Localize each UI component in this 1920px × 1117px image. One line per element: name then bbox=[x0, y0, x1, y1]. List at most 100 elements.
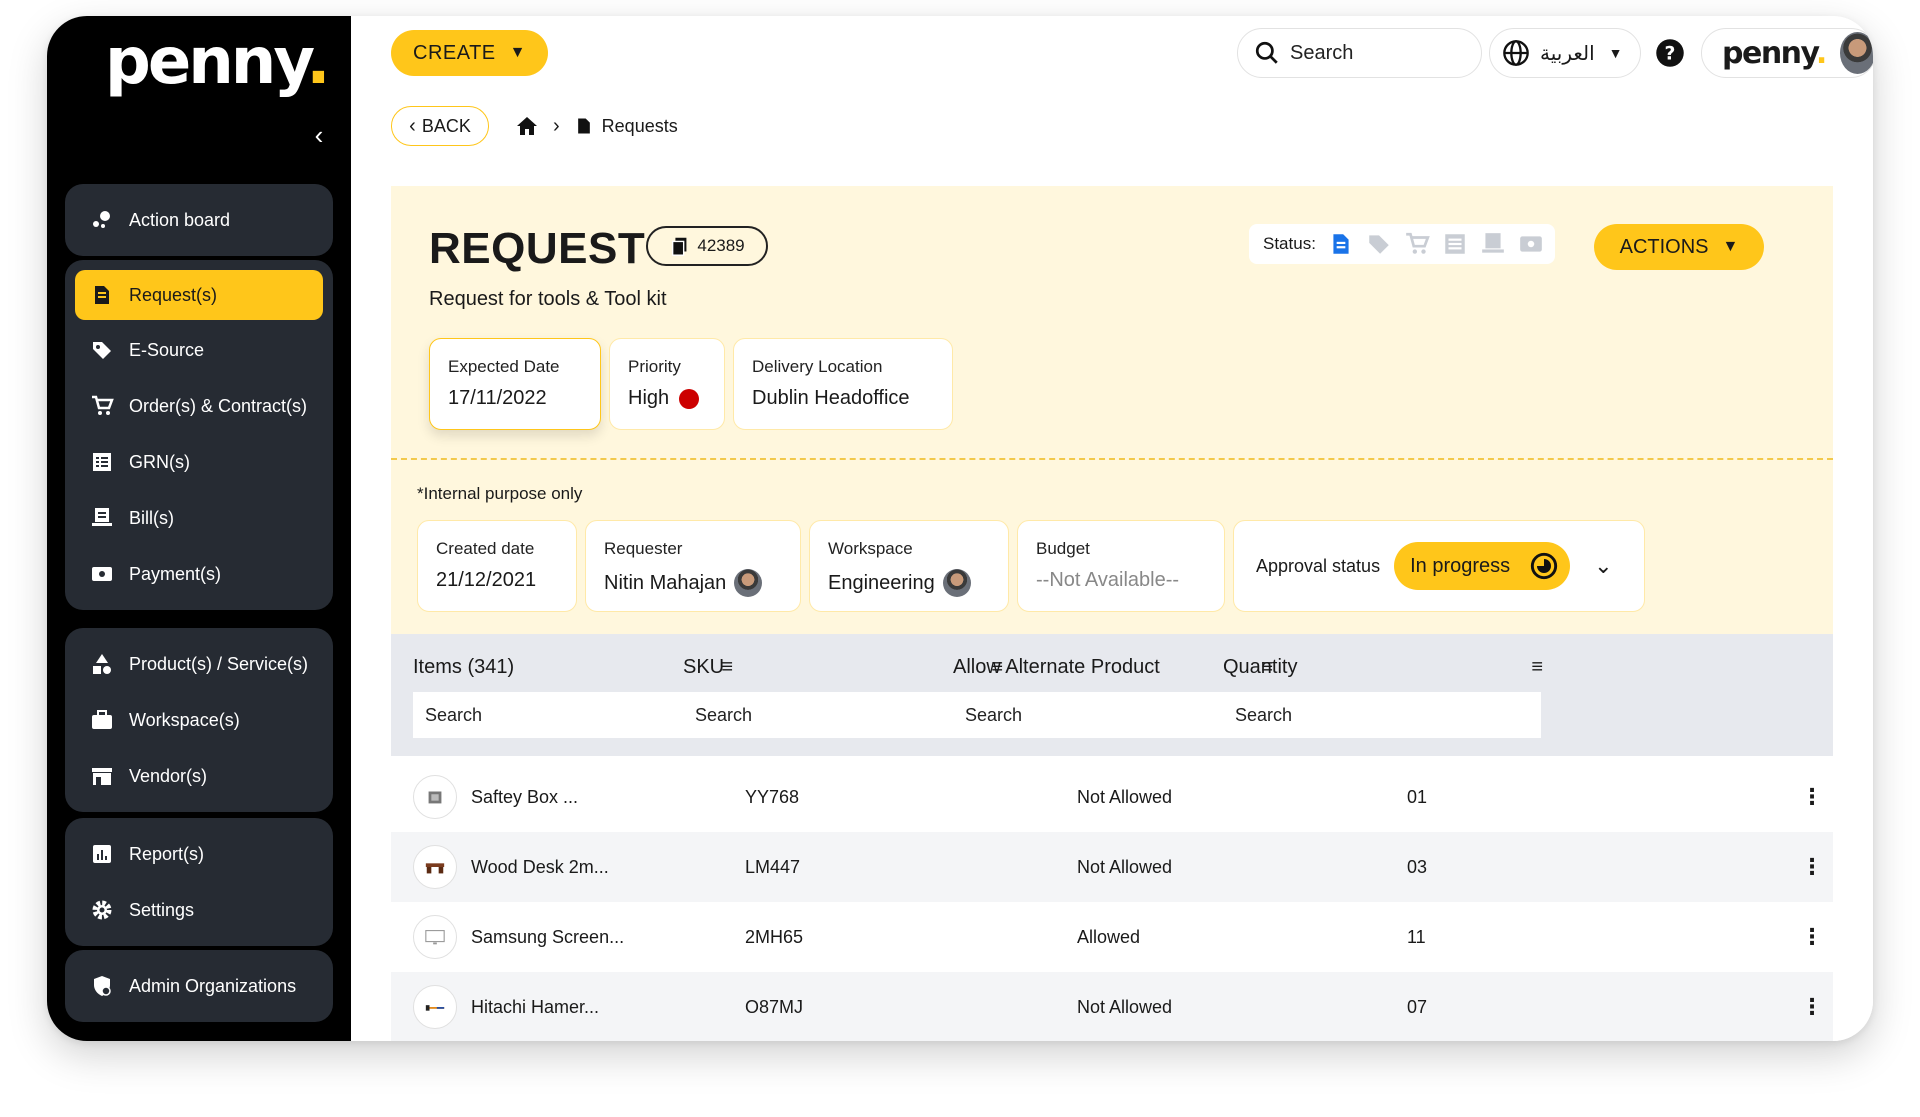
internal-note: *Internal purpose only bbox=[417, 484, 583, 503]
sidebar-item-label: Admin Organizations bbox=[129, 975, 297, 996]
sidebar-item-bills[interactable]: Bill(s) bbox=[75, 490, 323, 546]
sidebar-item-vendors[interactable]: Vendor(s) bbox=[75, 748, 323, 804]
home-icon[interactable] bbox=[515, 114, 539, 138]
requester-value-row: Nitin Mahajan bbox=[604, 569, 782, 597]
create-label: CREATE bbox=[413, 41, 496, 64]
penny-logo: penny. bbox=[105, 25, 331, 99]
sidebar: penny. ‹ Action board Request(s) E-Sourc… bbox=[47, 16, 351, 1041]
requester-value: Nitin Mahajan bbox=[604, 571, 727, 594]
item-name: Hitachi Hamer... bbox=[471, 996, 600, 1017]
chevron-down-icon: ▼ bbox=[1608, 45, 1623, 61]
more-options-icon[interactable]: ⋮ bbox=[1801, 924, 1823, 950]
sidebar-item-grns[interactable]: GRN(s) bbox=[75, 434, 323, 490]
sidebar-group-admin: Admin Organizations bbox=[65, 950, 333, 1022]
actions-button[interactable]: ACTIONS ▼ bbox=[1594, 224, 1764, 270]
sidebar-item-label: Product(s) / Service(s) bbox=[129, 653, 309, 674]
breadcrumb-current[interactable]: Requests bbox=[602, 116, 678, 137]
sidebar-item-admin-organizations[interactable]: Admin Organizations bbox=[75, 958, 323, 1014]
help-button[interactable]: ? bbox=[1649, 32, 1691, 74]
sidebar-item-orders-contracts[interactable]: Order(s) & Contract(s) bbox=[75, 378, 323, 434]
payment-icon bbox=[89, 561, 115, 587]
chevron-down-icon[interactable]: ⌄ bbox=[1594, 553, 1612, 579]
status-tracker: Status: bbox=[1249, 224, 1555, 264]
more-options-icon[interactable]: ⋮ bbox=[1801, 854, 1823, 880]
sidebar-item-label: E-Source bbox=[129, 339, 205, 360]
item-sku: YY768 bbox=[745, 786, 800, 807]
language-label: العربية bbox=[1540, 42, 1595, 65]
item-sku: LM447 bbox=[745, 856, 801, 877]
screen-thumbnail bbox=[413, 915, 457, 959]
sidebar-item-e-source[interactable]: E-Source bbox=[75, 322, 323, 378]
item-quantity: 07 bbox=[1407, 996, 1428, 1017]
avatar bbox=[1839, 32, 1873, 74]
list-status-icon[interactable] bbox=[1442, 231, 1468, 257]
item-quantity: 01 bbox=[1407, 786, 1428, 807]
bill-status-icon[interactable] bbox=[1480, 231, 1506, 257]
workspace-card[interactable]: Workspace Engineering bbox=[809, 520, 1009, 612]
progress-icon bbox=[1530, 552, 1558, 580]
admin-shield-icon bbox=[89, 973, 115, 999]
priority-card[interactable]: Priority High bbox=[609, 338, 725, 430]
approval-status-value: In progress bbox=[1410, 554, 1511, 577]
topbar: CREATE ▼ Search العربية ▼ ? penny. bbox=[351, 16, 1873, 92]
sidebar-item-action-board[interactable]: Action board bbox=[75, 192, 323, 248]
sidebar-item-label: Action board bbox=[129, 209, 231, 230]
language-selector[interactable]: العربية ▼ bbox=[1489, 28, 1641, 78]
quantity-search-input[interactable]: Search bbox=[1223, 692, 1541, 738]
shapes-icon bbox=[89, 651, 115, 677]
approval-status-card: Approval status In progress ⌄ bbox=[1233, 520, 1645, 612]
sidebar-group-system: Report(s) Settings bbox=[65, 818, 333, 946]
profile-logo: penny. bbox=[1722, 35, 1827, 71]
safety-box-thumbnail bbox=[413, 775, 457, 819]
cart-status-icon[interactable] bbox=[1404, 231, 1430, 257]
requester-label: Requester bbox=[604, 539, 683, 558]
more-options-icon[interactable]: ⋮ bbox=[1801, 994, 1823, 1020]
avatar bbox=[942, 569, 971, 597]
sidebar-item-settings[interactable]: Settings bbox=[75, 882, 323, 938]
sidebar-group-catalog: Product(s) / Service(s) Workspace(s) Ven… bbox=[65, 628, 333, 812]
priority-label: Priority bbox=[628, 357, 681, 376]
search-input[interactable]: Search bbox=[1237, 28, 1482, 78]
tag-icon bbox=[89, 337, 115, 363]
collapse-sidebar-button[interactable]: ‹ bbox=[305, 121, 333, 149]
avatar bbox=[734, 569, 763, 597]
table-row[interactable]: Hitachi Hamer... O87MJ Not Allowed 07 ⋮ bbox=[391, 972, 1833, 1041]
search-placeholder: Search bbox=[1235, 704, 1293, 725]
payment-status-icon[interactable] bbox=[1518, 231, 1544, 257]
sidebar-item-products-services[interactable]: Product(s) / Service(s) bbox=[75, 636, 323, 692]
sidebar-group-procurement: Request(s) E-Source Order(s) & Contract(… bbox=[65, 260, 333, 610]
delivery-location-label: Delivery Location bbox=[752, 357, 883, 376]
requester-card[interactable]: Requester Nitin Mahajan bbox=[585, 520, 801, 612]
approval-status-badge[interactable]: In progress bbox=[1394, 542, 1571, 590]
profile-menu[interactable]: penny. bbox=[1701, 28, 1873, 78]
request-panel: REQUEST 42389 Request for tools & Tool k… bbox=[391, 186, 1833, 642]
item-sku: 2MH65 bbox=[745, 926, 804, 947]
expected-date-card[interactable]: Expected Date 17/11/2022 bbox=[429, 338, 601, 430]
table-row[interactable]: Wood Desk 2m... LM447 Not Allowed 03 ⋮ bbox=[391, 832, 1833, 902]
sidebar-item-payments[interactable]: Payment(s) bbox=[75, 546, 323, 602]
cart-icon bbox=[89, 393, 115, 419]
back-button[interactable]: ‹ BACK bbox=[391, 106, 489, 146]
delivery-location-card[interactable]: Delivery Location Dublin Headoffice bbox=[733, 338, 953, 430]
request-status-icon[interactable] bbox=[1328, 231, 1354, 257]
created-date-value: 21/12/2021 bbox=[436, 569, 537, 591]
create-button[interactable]: CREATE ▼ bbox=[391, 30, 548, 76]
workspace-value: Engineering bbox=[828, 571, 935, 594]
table-row[interactable]: Saftey Box ... YY768 Not Allowed 01 ⋮ bbox=[391, 762, 1833, 832]
priority-value-row: High bbox=[628, 387, 706, 410]
help-icon: ? bbox=[1656, 39, 1684, 67]
copy-icon bbox=[672, 237, 687, 256]
column-header-quantity[interactable]: Quantity ≡ bbox=[1223, 656, 1543, 679]
sidebar-item-reports[interactable]: Report(s) bbox=[75, 826, 323, 882]
column-label: Allow Alternate Product bbox=[953, 656, 1160, 678]
search-icon bbox=[1255, 41, 1278, 64]
tag-status-icon[interactable] bbox=[1366, 231, 1392, 257]
delivery-location-value: Dublin Headoffice bbox=[752, 387, 910, 409]
column-menu-icon[interactable]: ≡ bbox=[1531, 656, 1543, 679]
sidebar-item-workspaces[interactable]: Workspace(s) bbox=[75, 692, 323, 748]
workspace-value-row: Engineering bbox=[828, 569, 990, 597]
hammer-thumbnail bbox=[413, 985, 457, 1029]
sidebar-item-requests[interactable]: Request(s) bbox=[75, 270, 323, 320]
more-options-icon[interactable]: ⋮ bbox=[1801, 784, 1823, 810]
table-row[interactable]: Samsung Screen... 2MH65 Allowed 11 ⋮ bbox=[391, 902, 1833, 972]
